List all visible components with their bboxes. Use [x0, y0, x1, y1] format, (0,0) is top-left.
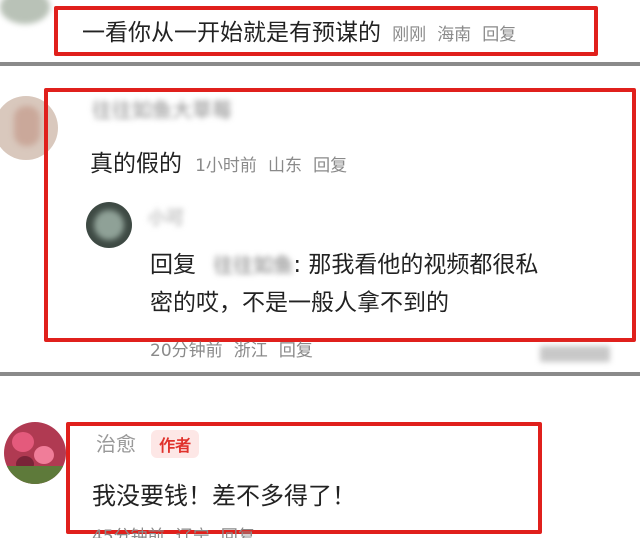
- avatar[interactable]: [0, 0, 50, 24]
- avatar[interactable]: [4, 422, 66, 484]
- like-icon[interactable]: [540, 346, 610, 362]
- comment-row: 真的假的 1小时前 山东 回复: [90, 144, 347, 178]
- avatar[interactable]: [86, 202, 132, 248]
- comment-location: 海南: [437, 25, 472, 45]
- reply-link[interactable]: 回复: [279, 341, 313, 358]
- comment-text: 一看你从一开始就是有预谋的: [82, 20, 381, 46]
- comment-meta-row: 45分钟前 辽宁 回复: [92, 524, 255, 538]
- reply-time: 20分钟前: [150, 341, 223, 358]
- reply-link[interactable]: 回复: [313, 156, 347, 176]
- reply-link[interactable]: 回复: [221, 527, 255, 538]
- author-comment-panel: 治愈 作者 我没要钱！差不多得了！ 45分钟前 辽宁 回复: [0, 376, 640, 538]
- reply-link[interactable]: 回复: [482, 25, 516, 45]
- comment-location: 辽宁: [175, 527, 210, 538]
- comment-text: 我没要钱！差不多得了！: [92, 482, 356, 510]
- top-comment-panel: 一看你从一开始就是有预谋的 刚刚 海南 回复: [0, 0, 640, 60]
- spacer: [0, 376, 640, 406]
- comment-location: 山东: [268, 156, 303, 176]
- comment-row: 一看你从一开始就是有预谋的 刚刚 海南 回复: [82, 13, 516, 47]
- reply-username[interactable]: 小可: [148, 204, 184, 230]
- comment-time: 45分钟前: [92, 527, 165, 538]
- reply-text-line2: 密的哎，不是一般人拿不到的: [150, 290, 449, 316]
- reply-colon: :: [293, 252, 302, 278]
- reply-meta-row: 20分钟前 浙江 回复: [150, 340, 313, 358]
- comment-text: 真的假的: [90, 151, 182, 177]
- reply-prefix: 回复: [150, 252, 196, 278]
- comment-time: 1小时前: [195, 156, 257, 176]
- reply-content: 回复 往往如鱼: 那我看他的视频都很私 密的哎，不是一般人拿不到的: [150, 246, 538, 322]
- reply-location: 浙江: [233, 341, 268, 358]
- comment-time: 刚刚: [392, 25, 427, 45]
- reply-target-username[interactable]: 往往如鱼: [213, 253, 293, 277]
- comment-thread-panel: 往往如鱼大草莓 真的假的 1小时前 山东 回复 小可 回复 往往如鱼: 那我看他…: [0, 66, 640, 372]
- reply-text-line1: 那我看他的视频都很私: [308, 252, 539, 278]
